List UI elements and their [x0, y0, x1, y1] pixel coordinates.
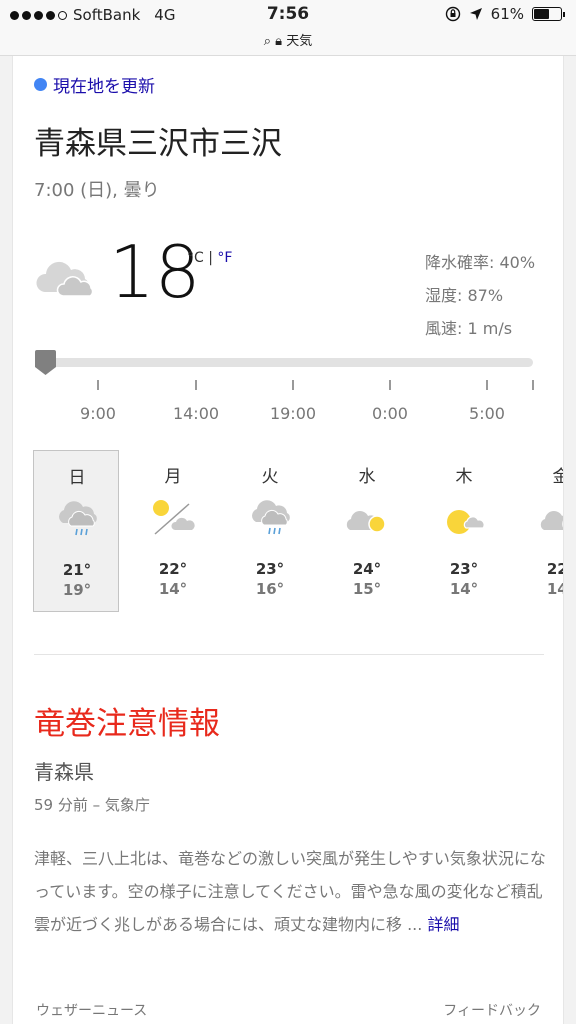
more-details-link[interactable]: 詳細	[427, 915, 459, 934]
alert-text: 津軽、三八上北は、竜巻などの激しい突風が発生しやすい気象状況になっています。空の…	[34, 849, 546, 934]
day-name: 水	[358, 467, 376, 487]
slider-track[interactable]	[35, 358, 533, 367]
cloud-rain-icon	[227, 498, 313, 538]
location-dot-icon	[34, 78, 47, 91]
lock-icon: 🔒︎	[275, 34, 283, 49]
slider-tick	[195, 380, 197, 390]
section-divider	[34, 654, 544, 655]
time-slider[interactable]: 9:00 14:00 19:00 0:00 5:00	[35, 350, 534, 423]
url-title: 天気	[286, 34, 313, 49]
battery-percent: 61%	[490, 5, 524, 23]
alert-body: 津軽、三八上北は、竜巻などの激しい突風が発生しやすい気象状況になっています。空の…	[34, 842, 546, 941]
unit-separator: |	[203, 250, 218, 266]
alert-meta: 59 分前 – 気象庁	[34, 796, 150, 814]
day-name: 火	[261, 467, 279, 487]
day-name: 金	[518, 462, 564, 487]
precipitation: 降水確率: 40%	[425, 253, 536, 272]
update-location-link[interactable]: 現在地を更新	[34, 72, 155, 97]
weather-card: 現在地を更新 青森県三沢市三沢 7:00 (日), 曇り 18 °C | °F …	[12, 56, 564, 1024]
time-label: 9:00	[80, 404, 116, 423]
url-bar[interactable]: ⌕ 🔒︎ 天気	[0, 30, 576, 49]
forecast-day-fri[interactable]: 金 22° 14°	[518, 450, 564, 612]
forecast-day-tue[interactable]: 火 23° 16°	[227, 450, 313, 612]
feedback-link[interactable]: フィードバック	[443, 1000, 541, 1020]
time-label: 5:00	[469, 404, 505, 423]
rotation-lock-icon	[445, 6, 460, 22]
slider-tick	[292, 380, 294, 390]
day-high: 22°	[546, 560, 563, 578]
slider-tick	[486, 380, 488, 390]
sun-cloud-diagonal-icon	[130, 498, 216, 538]
day-low: 14°	[546, 580, 563, 598]
wind-speed: 風速: 1 m/s	[425, 319, 513, 338]
slider-tick	[532, 380, 534, 390]
slider-tick	[97, 380, 99, 390]
sun-cloud-icon	[421, 498, 507, 538]
forecast-day-thu[interactable]: 木 23° 14°	[421, 450, 507, 612]
day-high: 22°	[158, 560, 188, 578]
battery-icon	[532, 7, 565, 21]
time-label: 14:00	[172, 404, 220, 423]
day-low: 14°	[449, 580, 479, 598]
weather-subtitle: 7:00 (日), 曇り	[34, 180, 160, 201]
unit-fahrenheit-link[interactable]: °F	[217, 250, 232, 266]
forecast-day-wed[interactable]: 水 24° 15°	[324, 450, 410, 612]
cloud-sun-icon	[324, 498, 410, 538]
day-low: 15°	[352, 580, 382, 598]
source-link[interactable]: ウェザーニュース	[36, 1000, 147, 1020]
location-arrow-icon	[469, 8, 482, 20]
cloudy-icon	[35, 252, 97, 302]
unit-toggle: °C | °F	[187, 250, 232, 266]
cloud-sun-icon	[518, 498, 563, 538]
slider-tick	[389, 380, 391, 390]
day-low: 19°	[62, 581, 92, 599]
day-name: 木	[455, 467, 473, 487]
weather-details: 降水確率: 40% 湿度: 87% 風速: 1 m/s	[425, 246, 535, 345]
day-low: 16°	[255, 580, 285, 598]
daily-forecast: 日 21° 19° 月 22° 14° 火 23° 16° 水 24° 15° …	[33, 450, 564, 614]
search-icon: ⌕	[263, 34, 272, 49]
time-label: 0:00	[372, 404, 408, 423]
forecast-day-mon[interactable]: 月 22° 14°	[130, 450, 216, 612]
battery-fill	[534, 9, 550, 19]
day-high: 23°	[255, 560, 285, 578]
humidity: 湿度: 87%	[425, 286, 504, 305]
unit-celsius[interactable]: °C	[187, 250, 204, 266]
status-bar: SoftBank 4G 7:56 61% ⌕ 🔒︎ 天気	[0, 0, 576, 56]
status-right: 61%	[445, 5, 565, 23]
day-name: 日	[68, 468, 86, 488]
update-location-label: 現在地を更新	[53, 77, 155, 97]
day-high: 21°	[62, 561, 92, 579]
forecast-day-sun[interactable]: 日 21° 19°	[33, 450, 119, 612]
alert-region: 青森県	[34, 760, 94, 784]
day-high: 24°	[352, 560, 382, 578]
current-temperature: 18	[109, 230, 201, 314]
slider-thumb[interactable]	[35, 350, 56, 375]
cloud-rain-icon	[34, 499, 120, 539]
location-title: 青森県三沢市三沢	[34, 126, 282, 162]
day-name: 月	[164, 467, 182, 487]
day-low: 14°	[158, 580, 188, 598]
time-label: 19:00	[269, 404, 317, 423]
day-high: 23°	[449, 560, 479, 578]
alert-title: 竜巻注意情報	[34, 706, 220, 742]
